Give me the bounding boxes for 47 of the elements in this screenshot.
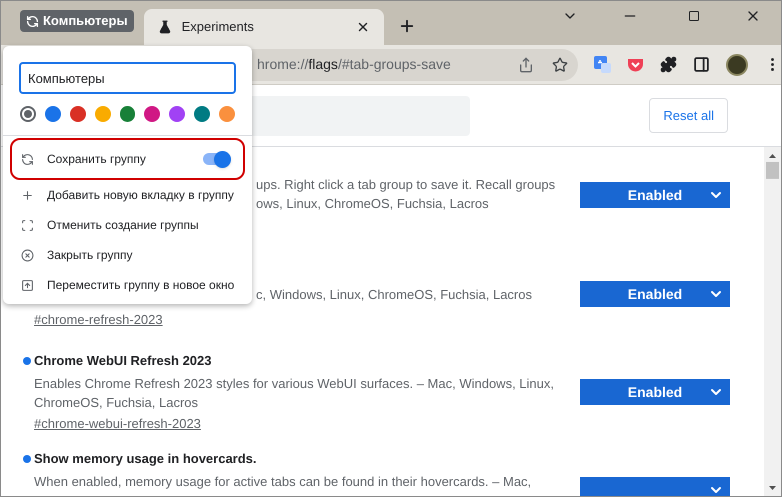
color-swatch[interactable] [144, 106, 160, 122]
share-icon[interactable] [518, 56, 534, 72]
flag-description: When enabled, memory usage for active tabs can be found in their hovercards. – Mac, [34, 473, 532, 491]
flag-link[interactable]: #chrome-webui-refresh-2023 [34, 414, 201, 433]
color-swatch[interactable] [169, 106, 186, 122]
group-name-field[interactable]: Компьютеры [19, 62, 236, 94]
reset-all-button[interactable]: Reset all [649, 98, 728, 133]
maximize-icon[interactable] [688, 10, 700, 22]
flask-icon [158, 20, 172, 34]
flag-description: c, Windows, Linux, ChromeOS, Fuchsia, Lacros [256, 286, 533, 304]
flag-link[interactable]: #chrome-refresh-2023 [34, 310, 163, 329]
flag-title: Show memory usage in hovercards. [34, 450, 257, 468]
puzzle-icon[interactable] [660, 56, 677, 73]
tab-group-chip[interactable]: Компьютеры [20, 10, 134, 32]
pocket-icon[interactable] [627, 56, 644, 72]
flag-description: Enables Chrome Refresh 2023 styles for various WebUI surfaces. – Mac, Windows, Linux, ChromeOS, Fuchsia, Lacros [34, 375, 555, 412]
menu-item[interactable]: Сохранить группу [10, 138, 245, 180]
close-circle-icon [21, 248, 34, 262]
flag-description: ups. Right click a tab group to save it. Recall groups [256, 176, 556, 194]
color-swatch[interactable] [20, 106, 36, 122]
url-text: hrome://flags/#tab-groups-save [257, 55, 451, 74]
color-swatch[interactable] [219, 106, 236, 122]
state-dropdown[interactable]: Enabled [580, 281, 730, 307]
sync-icon [21, 152, 34, 166]
star-icon[interactable] [552, 56, 568, 72]
menu-item[interactable]: Отменить создание группы [3, 210, 252, 240]
sync-icon [26, 14, 39, 28]
color-swatch[interactable] [94, 106, 111, 122]
state-dropdown[interactable]: Enabled [580, 379, 730, 405]
color-swatch[interactable] [120, 106, 136, 122]
translate-icon[interactable] [594, 56, 611, 73]
side-panel-icon[interactable] [693, 56, 710, 73]
menu-item[interactable]: Закрыть группу [3, 240, 252, 270]
corners-icon [21, 218, 34, 232]
browser-tab[interactable]: Experiments [144, 9, 384, 45]
color-swatch[interactable] [194, 106, 210, 122]
plus-icon [21, 188, 34, 202]
color-swatch[interactable] [70, 106, 86, 122]
color-swatch[interactable] [44, 106, 61, 122]
profile-avatar[interactable] [726, 54, 748, 76]
flag-title: Chrome WebUI Refresh 2023 [34, 352, 212, 370]
scrollbar[interactable] [764, 147, 781, 496]
flag-description: ows, Linux, ChromeOS, Fuchsia, Lacros [256, 195, 490, 213]
toggle-switch[interactable] [203, 153, 231, 165]
menu-item[interactable]: Переместить группу в новое окно [3, 270, 252, 300]
state-dropdown[interactable]: Enabled [580, 182, 730, 208]
menu-item[interactable]: Добавить новую вкладку в группу [3, 180, 252, 210]
